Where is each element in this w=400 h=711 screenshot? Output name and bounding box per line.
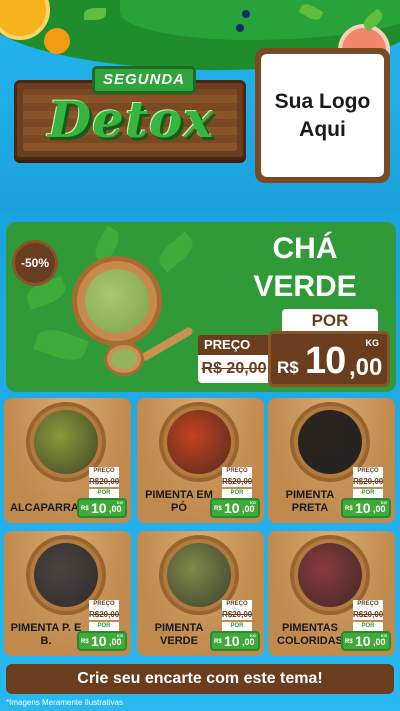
new-price: R$ 10,00 KG — [210, 631, 260, 651]
old-price: R$20,00 — [89, 609, 120, 620]
spice-fill — [167, 410, 231, 474]
currency: R$ — [81, 639, 89, 645]
spice-fill — [34, 410, 98, 474]
price-tag: PREÇO R$20,00 POR R$ 10,00 KG — [77, 600, 127, 652]
tea-leaf-icon — [154, 231, 198, 273]
preco-label: PREÇO — [222, 600, 252, 609]
price-tag: PREÇO R$20,00 POR R$ 10,00 KG — [341, 600, 391, 652]
old-price: R$20,00 — [222, 609, 253, 620]
spice-fill — [298, 543, 362, 607]
price-decimal: ,00 — [373, 637, 386, 647]
por-label: POR — [222, 622, 252, 631]
feature-currency: R$ — [277, 358, 299, 377]
feature-old-price: R$ 20,00 — [198, 355, 270, 383]
berry-icon — [242, 10, 250, 18]
product-card: PIMENTA EM PÓ PREÇO R$20,00 POR R$ 10,00 KG — [137, 398, 264, 523]
product-name: PIMENTA EM PÓ — [145, 489, 213, 514]
logo-line-2: Aqui — [299, 117, 346, 141]
price-decimal: ,00 — [109, 504, 122, 514]
product-card: PIMENTA VERDE PREÇO R$20,00 POR R$ 10,00 KG — [137, 531, 264, 656]
feature-name-line-1: CHÁ — [272, 232, 338, 265]
price-decimal: ,00 — [242, 637, 255, 647]
price-tag: PREÇO R$20,00 POR R$ 10,00 KG — [210, 600, 260, 652]
product-card: ALCAPARRAS PREÇO R$20,00 POR R$ 10,00 KG — [4, 398, 131, 523]
leaf-icon — [84, 8, 106, 20]
discount-badge: -50% — [12, 240, 58, 286]
unit: KG — [117, 633, 123, 638]
disclaimer-text: *Imagens Meramente Ilustrativas — [6, 698, 123, 707]
product-name: PIMENTA VERDE — [154, 622, 204, 647]
price-decimal: ,00 — [373, 504, 386, 514]
price-integer: 10 — [91, 633, 107, 649]
new-price: R$ 10,00 KG — [341, 631, 391, 651]
product-card: PIMENTAS COLORIDAS PREÇO R$20,00 POR R$ 10,00… — [268, 531, 395, 656]
preco-label: PREÇO — [222, 467, 252, 476]
por-label: POR — [89, 622, 119, 631]
currency: R$ — [214, 506, 222, 512]
price-tag: PREÇO R$20,00 POR R$ 10,00 KG — [210, 467, 260, 519]
orange-icon — [44, 28, 70, 54]
feature-price-decimal: ,00 — [349, 354, 383, 381]
feature-preco-label: PREÇO — [198, 335, 270, 355]
price-integer: 10 — [355, 500, 371, 516]
feature-unit: KG — [365, 338, 380, 348]
por-label: POR — [353, 489, 383, 498]
preco-label: PREÇO — [89, 467, 119, 476]
preco-label: PREÇO — [89, 600, 119, 609]
spice-fill — [298, 410, 362, 474]
title-big: Detox — [47, 90, 215, 149]
logo-line-1: Sua Logo — [274, 89, 371, 113]
product-card: PIMENTA P. E B. PREÇO R$20,00 POR R$ 10,00 KG — [4, 531, 131, 656]
spoon-icon — [104, 342, 144, 376]
old-price: R$20,00 — [222, 476, 253, 487]
price-decimal: ,00 — [109, 637, 122, 647]
green-tea-bowl — [72, 256, 162, 346]
berry-icon — [236, 24, 244, 32]
product-name: PIMENTAS COLORIDAS — [277, 622, 343, 647]
feature-name-line-2: VERDE — [253, 270, 357, 303]
unit: KG — [250, 500, 256, 505]
spice-fill — [167, 543, 231, 607]
unit: KG — [117, 500, 123, 505]
currency: R$ — [81, 506, 89, 512]
tea-leaf-icon — [33, 324, 89, 366]
currency: R$ — [214, 639, 222, 645]
por-label: POR — [222, 489, 252, 498]
currency: R$ — [345, 639, 353, 645]
feature-price-integer: 10 — [305, 340, 346, 382]
price-integer: 10 — [224, 633, 240, 649]
currency: R$ — [345, 506, 353, 512]
unit: KG — [381, 633, 387, 638]
preco-label: PREÇO — [353, 600, 383, 609]
feature-new-price: R$ 10 ,00 KG — [268, 331, 390, 387]
new-price: R$ 10,00 KG — [210, 498, 260, 518]
price-tag: PREÇO R$20,00 POR R$ 10,00 KG — [341, 467, 391, 519]
new-price: R$ 10,00 KG — [77, 631, 127, 651]
cta-banner: Crie seu encarte com este tema! — [6, 664, 394, 694]
spice-fill — [34, 543, 98, 607]
logo-inner: Sua Logo Aqui — [261, 54, 384, 177]
price-decimal: ,00 — [242, 504, 255, 514]
feature-product-name: CHÁ VERDE — [230, 230, 380, 306]
old-price: R$20,00 — [353, 476, 384, 487]
feature-por-label: POR — [282, 309, 378, 333]
unit: KG — [381, 500, 387, 505]
unit: KG — [250, 633, 256, 638]
new-price: R$ 10,00 KG — [77, 498, 127, 518]
old-price: R$20,00 — [89, 476, 120, 487]
product-card: PIMENTA PRETA PREÇO R$20,00 POR R$ 10,00 KG — [268, 398, 395, 523]
logo-placeholder: Sua Logo Aqui — [255, 48, 390, 183]
product-name: PIMENTA P. E B. — [10, 622, 82, 647]
new-price: R$ 10,00 KG — [341, 498, 391, 518]
old-price: R$20,00 — [353, 609, 384, 620]
price-integer: 10 — [355, 633, 371, 649]
preco-label: PREÇO — [353, 467, 383, 476]
por-label: POR — [89, 489, 119, 498]
price-integer: 10 — [224, 500, 240, 516]
price-tag: PREÇO R$20,00 POR R$ 10,00 KG — [77, 467, 127, 519]
product-name: ALCAPARRAS — [10, 502, 87, 514]
price-integer: 10 — [91, 500, 107, 516]
por-label: POR — [353, 622, 383, 631]
product-name: PIMENTA PRETA — [285, 489, 335, 514]
